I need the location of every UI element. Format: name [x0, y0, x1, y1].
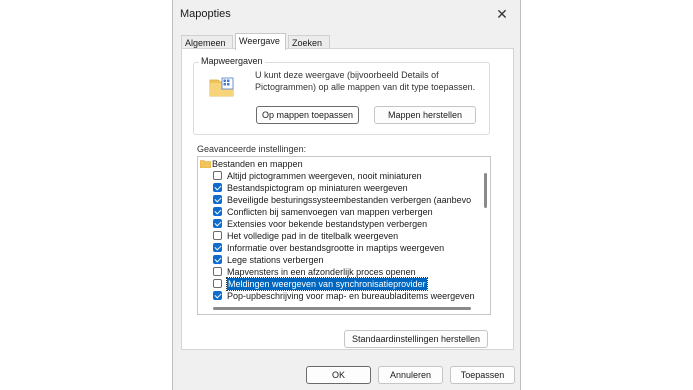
- restore-defaults-button[interactable]: Standaardinstellingen herstellen: [344, 330, 488, 348]
- folder-views-description: U kunt deze weergave (bijvoorbeeld Detai…: [255, 70, 476, 92]
- setting-label: Conflicten bij samenvoegen van mappen ve…: [227, 207, 433, 217]
- setting-label: Bestandspictogram op miniaturen weergeve…: [227, 183, 408, 193]
- window-title: Mapopties: [180, 8, 231, 20]
- setting-checkbox[interactable]: [213, 219, 222, 228]
- advanced-settings-label: Geavanceerde instellingen:: [197, 144, 307, 154]
- setting-checkbox[interactable]: [213, 243, 222, 252]
- folder-icon: [200, 160, 211, 168]
- setting-label: Meldingen weergeven van synchronisatiepr…: [226, 277, 428, 291]
- setting-checkbox[interactable]: [213, 255, 222, 264]
- setting-checkbox[interactable]: [213, 183, 222, 192]
- folder-options-dialog: Mapopties ✕ Algemeen Weergave Zoeken Map…: [172, 0, 521, 390]
- setting-label: Informatie over bestandsgrootte in mapti…: [227, 243, 445, 253]
- vertical-scrollbar[interactable]: [484, 173, 487, 208]
- setting-label: Lege stations verbergen: [227, 255, 324, 265]
- horizontal-scrollbar[interactable]: [213, 307, 471, 310]
- tab-weergave[interactable]: Weergave: [235, 33, 286, 50]
- apply-to-folders-button[interactable]: Op mappen toepassen: [256, 106, 359, 124]
- setting-label: Pop-upbeschrijving voor map- en bureaubl…: [227, 291, 475, 301]
- tab-zoeken[interactable]: Zoeken: [288, 35, 330, 49]
- setting-label: Extensies voor bekende bestandstypen ver…: [227, 219, 428, 229]
- setting-label: Altijd pictogrammen weergeven, nooit min…: [227, 171, 422, 181]
- cancel-button[interactable]: Annuleren: [378, 366, 443, 384]
- setting-label: Het volledige pad in de titelbalk weerge…: [227, 231, 399, 241]
- setting-checkbox[interactable]: [213, 195, 222, 204]
- ok-button[interactable]: OK: [306, 366, 371, 384]
- setting-checkbox[interactable]: [213, 279, 222, 288]
- title-bar[interactable]: Mapopties ✕: [173, 0, 520, 28]
- tree-root-label: Bestanden en mappen: [212, 159, 303, 169]
- setting-checkbox[interactable]: [213, 207, 222, 216]
- tab-algemeen[interactable]: Algemeen: [181, 35, 233, 49]
- advanced-settings-tree[interactable]: Bestanden en mappen Altijd pictogrammen …: [197, 156, 491, 315]
- apply-button[interactable]: Toepassen: [450, 366, 515, 384]
- reset-folders-button[interactable]: Mappen herstellen: [374, 106, 476, 124]
- setting-checkbox[interactable]: [213, 171, 222, 180]
- setting-checkbox[interactable]: [213, 231, 222, 240]
- folder-view-icon: [209, 77, 234, 97]
- folder-views-label: Mapweergaven: [199, 56, 265, 66]
- setting-checkbox[interactable]: [213, 291, 222, 300]
- setting-checkbox[interactable]: [213, 267, 222, 276]
- setting-label: Mapvensters in een afzonderlijk proces o…: [227, 267, 416, 277]
- close-icon[interactable]: ✕: [492, 4, 512, 24]
- setting-label: Beveiligde besturingssysteembestanden ve…: [227, 195, 472, 205]
